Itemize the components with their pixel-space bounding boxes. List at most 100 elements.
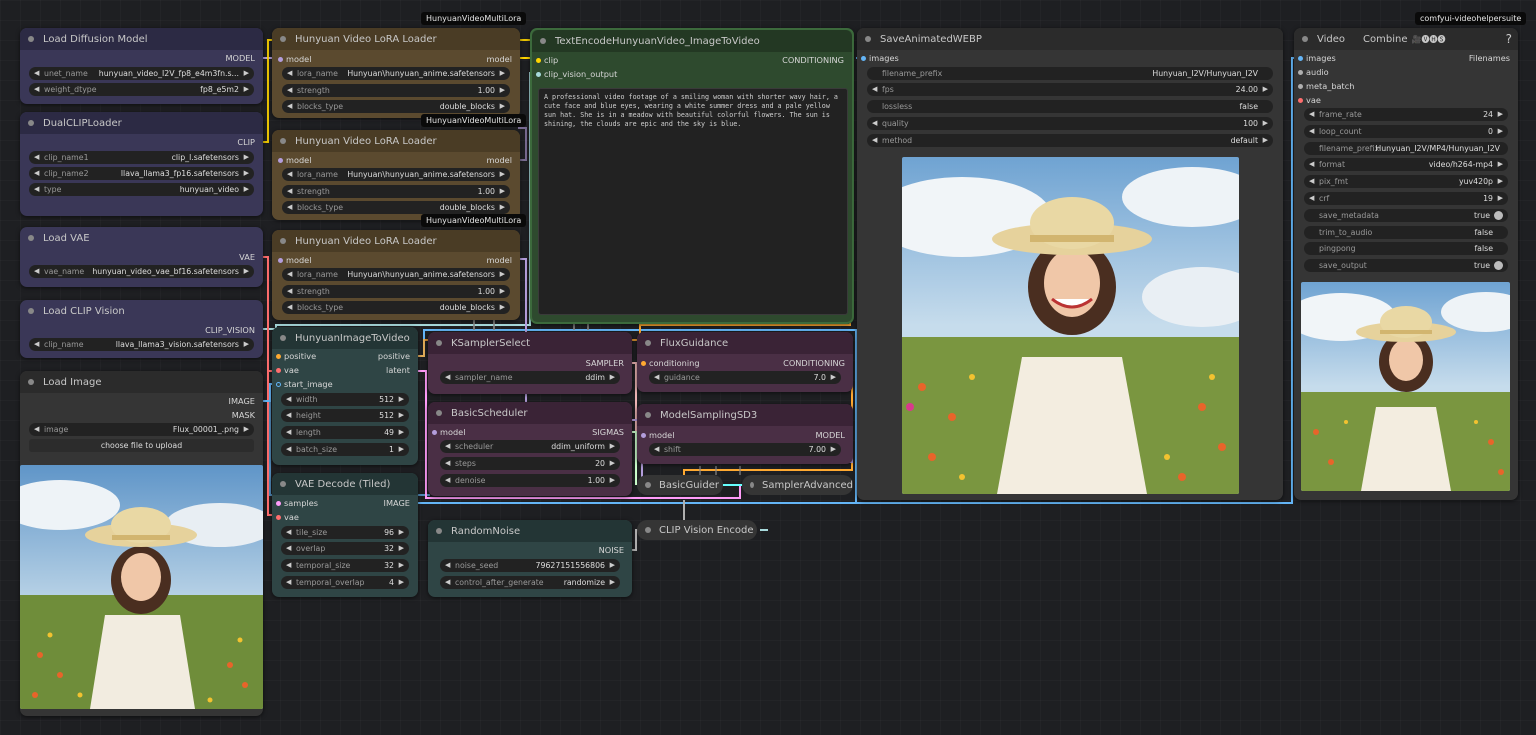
- strength-widget[interactable]: ◀ strength 1.00 ▶: [282, 185, 510, 198]
- load-diffusion-model-node[interactable]: Load Diffusion Model MODEL ◀ unet_name hun…: [20, 28, 263, 104]
- clip-name1-widget[interactable]: ◀ clip_name1 clip_l.safetensors ▶: [29, 151, 254, 164]
- right-arrow-icon[interactable]: ▶: [1263, 83, 1268, 96]
- left-arrow-icon[interactable]: ◀: [1309, 125, 1314, 138]
- node-header[interactable]: ModelSamplingSD3: [637, 404, 853, 426]
- collapse-dot-icon[interactable]: [436, 410, 442, 416]
- left-arrow-icon[interactable]: ◀: [287, 285, 292, 298]
- left-arrow-icon[interactable]: ◀: [286, 393, 291, 406]
- load-clip-vision-node[interactable]: Load CLIP Vision CLIP_VISION ◀ clip_name l…: [20, 300, 263, 358]
- method-widget[interactable]: ◀ method default ▶: [867, 134, 1273, 147]
- vc-format-widget[interactable]: ◀ format video/h264-mp4 ▶: [1304, 158, 1508, 172]
- right-arrow-icon[interactable]: ▶: [244, 67, 249, 80]
- temporal-overlap-widget[interactable]: ◀ temporal_overlap 4 ▶: [281, 576, 409, 589]
- random-noise-node[interactable]: RandomNoise NOISE ◀ noise_seed 79627151556…: [428, 520, 632, 597]
- left-arrow-icon[interactable]: ◀: [654, 443, 659, 456]
- collapse-dot-icon[interactable]: [645, 527, 651, 533]
- right-arrow-icon[interactable]: ▶: [1498, 125, 1503, 138]
- clip-name2-widget[interactable]: ◀ clip_name2 llava_llama3_fp16.safetensors…: [29, 167, 254, 180]
- lora-name-widget[interactable]: ◀ lora_name Hunyuan\hunyuan_anime.safetens…: [282, 168, 510, 181]
- right-arrow-icon[interactable]: ▶: [399, 526, 404, 539]
- node-header[interactable]: TextEncodeHunyuanVideo_ImageToVideo: [532, 30, 852, 52]
- right-arrow-icon[interactable]: ▶: [1498, 192, 1503, 205]
- right-arrow-icon[interactable]: ▶: [500, 168, 505, 181]
- left-arrow-icon[interactable]: ◀: [287, 168, 292, 181]
- right-arrow-icon[interactable]: ▶: [244, 151, 249, 164]
- right-arrow-icon[interactable]: ▶: [610, 474, 615, 487]
- right-arrow-icon[interactable]: ▶: [610, 559, 615, 572]
- right-arrow-icon[interactable]: ▶: [500, 100, 505, 113]
- right-arrow-icon[interactable]: ▶: [244, 83, 249, 96]
- right-arrow-icon[interactable]: ▶: [500, 268, 505, 281]
- vc-save-metadata-widget[interactable]: save_metadata true: [1304, 208, 1508, 222]
- right-arrow-icon[interactable]: ▶: [500, 84, 505, 97]
- vc-pingpong-widget[interactable]: pingpong false: [1304, 242, 1508, 256]
- node-header[interactable]: KSamplerSelect: [428, 332, 632, 354]
- collapse-dot-icon[interactable]: [865, 36, 871, 42]
- right-arrow-icon[interactable]: ▶: [500, 285, 505, 298]
- left-arrow-icon[interactable]: ◀: [654, 371, 659, 384]
- images-input-socket[interactable]: [861, 55, 866, 61]
- vae-name-widget[interactable]: ◀ vae_name hunyuan_video_vae_bf16.safetens…: [29, 265, 254, 278]
- right-arrow-icon[interactable]: ▶: [399, 393, 404, 406]
- vae-input-socket[interactable]: [276, 514, 281, 520]
- vae-input-socket[interactable]: [276, 367, 281, 373]
- left-arrow-icon[interactable]: ◀: [872, 134, 877, 147]
- right-arrow-icon[interactable]: ▶: [399, 559, 404, 572]
- node-header[interactable]: SaveAnimatedWEBP: [857, 28, 1283, 50]
- right-arrow-icon[interactable]: ▶: [500, 185, 505, 198]
- left-arrow-icon[interactable]: ◀: [286, 443, 291, 456]
- shift-widget[interactable]: ◀ shift 7.00 ▶: [649, 443, 841, 456]
- left-arrow-icon[interactable]: ◀: [1309, 108, 1314, 121]
- start-image-input-socket[interactable]: [276, 381, 281, 387]
- right-arrow-icon[interactable]: ▶: [244, 183, 249, 196]
- image-select-widget[interactable]: ◀ image Flux_00001_.png ▶: [29, 423, 254, 436]
- vc-crf-widget[interactable]: ◀ crf 19 ▶: [1304, 192, 1508, 205]
- right-arrow-icon[interactable]: ▶: [1498, 158, 1503, 171]
- left-arrow-icon[interactable]: ◀: [34, 67, 39, 80]
- left-arrow-icon[interactable]: ◀: [445, 440, 450, 453]
- right-arrow-icon[interactable]: ▶: [399, 426, 404, 439]
- right-arrow-icon[interactable]: ▶: [500, 201, 505, 214]
- collapse-dot-icon[interactable]: [645, 412, 651, 418]
- right-arrow-icon[interactable]: ▶: [399, 443, 404, 456]
- blocks-type-widget[interactable]: ◀ blocks_type double_blocks ▶: [282, 301, 510, 314]
- collapse-dot-icon[interactable]: [280, 335, 286, 341]
- batch-size-widget[interactable]: ◀ batch_size 1 ▶: [281, 443, 409, 456]
- right-arrow-icon[interactable]: ▶: [1263, 134, 1268, 147]
- blocks-type-widget[interactable]: ◀ blocks_type double_blocks ▶: [282, 201, 510, 214]
- left-arrow-icon[interactable]: ◀: [34, 423, 39, 436]
- steps-widget[interactable]: ◀ steps 20 ▶: [440, 457, 620, 470]
- left-arrow-icon[interactable]: ◀: [445, 474, 450, 487]
- scheduler-widget[interactable]: ◀ scheduler ddim_uniform ▶: [440, 440, 620, 453]
- model-input-socket[interactable]: [278, 257, 283, 263]
- node-graph-canvas[interactable]: Load Diffusion Model MODEL ◀ unet_name hun…: [0, 0, 1536, 735]
- right-arrow-icon[interactable]: ▶: [244, 338, 249, 351]
- vc-pix-fmt-widget[interactable]: ◀ pix_fmt yuv420p ▶: [1304, 175, 1508, 189]
- collapse-dot-icon[interactable]: [750, 482, 754, 488]
- basic-scheduler-node[interactable]: BasicScheduler model SIGMAS ◀ scheduler ddi…: [428, 402, 632, 496]
- model-input-socket[interactable]: [278, 157, 283, 163]
- collapse-dot-icon[interactable]: [280, 481, 286, 487]
- right-arrow-icon[interactable]: ▶: [831, 443, 836, 456]
- node-header[interactable]: BasicScheduler: [428, 402, 632, 424]
- text-encode-node[interactable]: TextEncodeHunyuanVideo_ImageToVideo clip…: [530, 28, 854, 324]
- node-header[interactable]: FluxGuidance: [637, 332, 853, 354]
- right-arrow-icon[interactable]: ▶: [399, 409, 404, 422]
- flux-guidance-node[interactable]: FluxGuidance conditioning CONDITIONING ◀ g…: [637, 332, 853, 392]
- node-header[interactable]: Load CLIP Vision: [20, 300, 263, 322]
- load-vae-node[interactable]: Load VAE VAE ◀ vae_name hunyuan_video_vae_…: [20, 227, 263, 287]
- left-arrow-icon[interactable]: ◀: [872, 83, 877, 96]
- left-arrow-icon[interactable]: ◀: [34, 265, 39, 278]
- node-header[interactable]: Hunyuan Video LoRA Loader: [272, 230, 520, 252]
- node-header[interactable]: RandomNoise: [428, 520, 632, 542]
- right-arrow-icon[interactable]: ▶: [1498, 175, 1503, 188]
- tile-size-widget[interactable]: ◀ tile_size 96 ▶: [281, 526, 409, 539]
- load-image-node[interactable]: Load Image IMAGE MASK ◀ image Flux_00001_.…: [20, 371, 263, 716]
- left-arrow-icon[interactable]: ◀: [286, 576, 291, 589]
- conditioning-input-socket[interactable]: [641, 360, 646, 366]
- model-input-socket[interactable]: [278, 56, 283, 62]
- unet-name-widget[interactable]: ◀ unet_name hunyuan_video_I2V_fp8_e4m3fn.s…: [29, 67, 254, 80]
- node-header[interactable]: Hunyuan Video LoRA Loader: [272, 28, 520, 50]
- lora-loader-node-1[interactable]: Hunyuan Video LoRA Loader model model ◀ lo…: [272, 28, 520, 118]
- width-widget[interactable]: ◀ width 512 ▶: [281, 393, 409, 406]
